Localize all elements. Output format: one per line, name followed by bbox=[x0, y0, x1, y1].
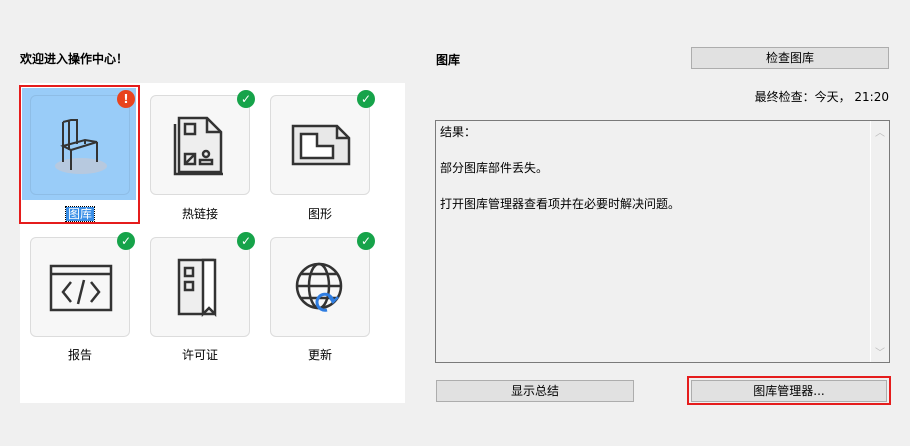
scroll-up-icon[interactable]: ︿ bbox=[871, 124, 889, 139]
tile-license[interactable]: ✓ bbox=[150, 232, 255, 337]
welcome-heading: 欢迎进入操作中心！ bbox=[20, 52, 129, 66]
ok-badge-icon: ✓ bbox=[357, 232, 375, 250]
last-check-text: 最终检查：今天， 21:20 bbox=[754, 90, 889, 104]
license-icon bbox=[177, 258, 217, 318]
ok-badge-icon: ✓ bbox=[117, 232, 135, 250]
result-line: 打开图库管理器查看项并在必要时解决问题。 bbox=[440, 197, 681, 211]
result-line bbox=[440, 141, 889, 159]
vertical-scrollbar[interactable]: ︿ ﹀ bbox=[870, 121, 889, 362]
ok-badge-icon: ✓ bbox=[357, 90, 375, 108]
tile-update[interactable]: ✓ bbox=[270, 232, 375, 337]
tile-drawing[interactable]: ✓ bbox=[270, 90, 375, 195]
tile-hotlink[interactable]: ✓ bbox=[150, 90, 255, 195]
ok-badge-icon: ✓ bbox=[237, 90, 255, 108]
tile-label-update: 更新 bbox=[307, 348, 332, 362]
tile-report[interactable]: ✓ bbox=[30, 232, 135, 337]
scroll-down-icon[interactable]: ﹀ bbox=[871, 344, 889, 359]
check-library-button[interactable]: 检查图库 bbox=[691, 47, 889, 69]
tile-label-drawing: 图形 bbox=[307, 207, 332, 221]
show-summary-button[interactable]: 显示总结 bbox=[436, 380, 634, 402]
tile-library[interactable]: ! bbox=[30, 90, 135, 195]
library-section-title: 图库 bbox=[436, 53, 461, 67]
ok-badge-icon: ✓ bbox=[237, 232, 255, 250]
chair-icon bbox=[55, 119, 107, 174]
code-report-icon bbox=[49, 264, 113, 312]
result-line bbox=[440, 177, 889, 195]
result-line: 结果： bbox=[440, 125, 477, 139]
tile-label-report: 报告 bbox=[67, 348, 92, 362]
error-badge-icon: ! bbox=[117, 90, 135, 108]
hotlink-icon bbox=[173, 116, 223, 176]
drawing-icon bbox=[291, 124, 351, 166]
tile-label-license: 许可证 bbox=[181, 348, 218, 362]
results-textarea[interactable]: 结果： 部分图库部件丢失。 打开图库管理器查看项并在必要时解决问题。 ︿ ﹀ bbox=[435, 120, 890, 363]
library-manager-button[interactable]: 图库管理器... bbox=[691, 380, 887, 402]
globe-update-icon bbox=[295, 262, 343, 312]
tile-label-hotlink: 热链接 bbox=[181, 207, 218, 221]
tile-label-library: 图库 bbox=[64, 206, 96, 222]
result-line: 部分图库部件丢失。 bbox=[440, 161, 549, 175]
